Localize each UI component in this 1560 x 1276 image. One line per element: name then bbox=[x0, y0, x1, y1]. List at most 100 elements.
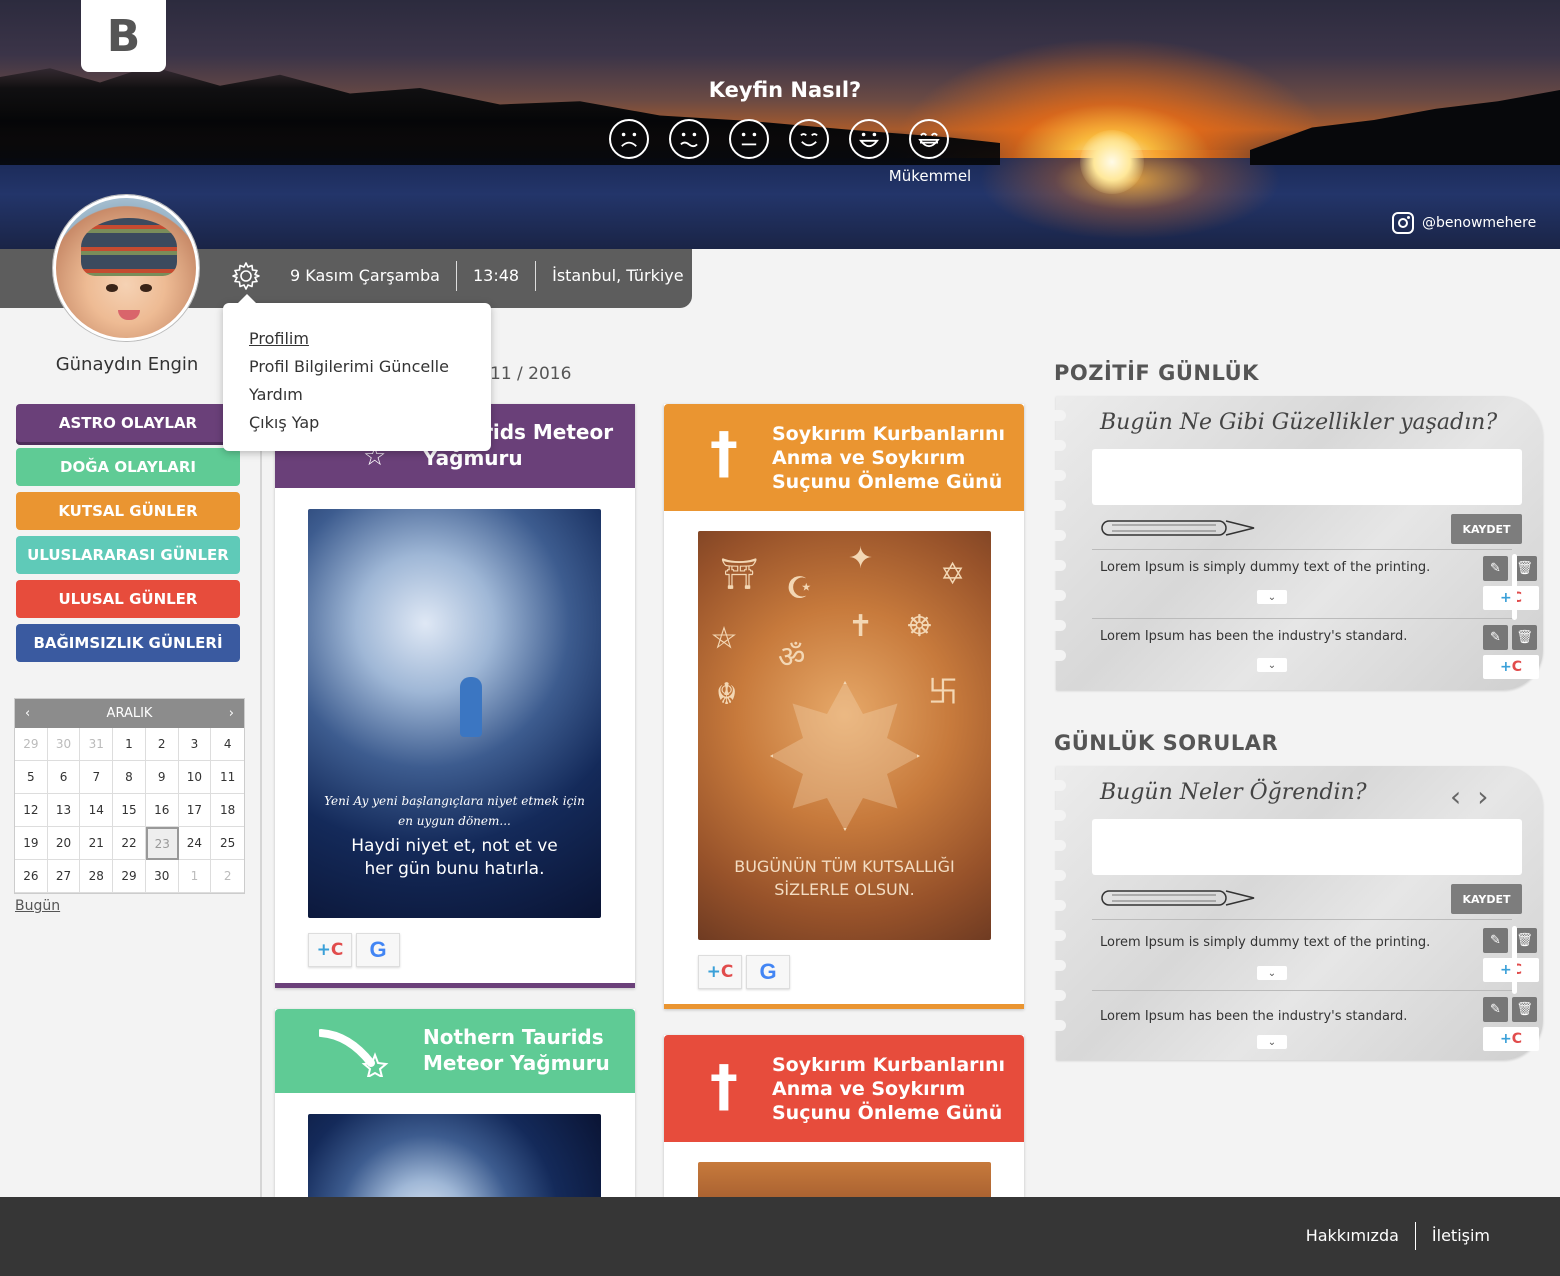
trash-icon[interactable]: 🗑 bbox=[1512, 997, 1537, 1022]
edit-icon[interactable]: ✎ bbox=[1483, 556, 1508, 581]
calendar-day[interactable]: 24 bbox=[178, 827, 212, 860]
notebook-hole bbox=[1048, 780, 1066, 791]
add-to-calendar-button[interactable]: +C bbox=[1483, 586, 1539, 610]
calendar-day[interactable]: 26 bbox=[15, 860, 48, 893]
instagram-link[interactable]: @benowmehere bbox=[1392, 212, 1536, 234]
calendar-day[interactable]: 29 bbox=[15, 728, 48, 761]
calendar-day[interactable]: 10 bbox=[178, 761, 212, 794]
add-to-calendar-button[interactable]: +C bbox=[1483, 1027, 1539, 1051]
calendar-day[interactable]: 5 bbox=[15, 761, 48, 794]
grin-face-icon[interactable] bbox=[909, 119, 949, 159]
chevron-down-icon[interactable]: ⌄ bbox=[1257, 658, 1287, 672]
calendar-day[interactable]: 4 bbox=[211, 728, 244, 761]
scrollbar[interactable] bbox=[1512, 554, 1517, 620]
calendar-day[interactable]: 29 bbox=[113, 860, 146, 893]
calendar-day[interactable]: 12 bbox=[15, 794, 48, 827]
calendar-day[interactable]: 17 bbox=[178, 794, 212, 827]
category-international[interactable]: ULUSLARARASI GÜNLER bbox=[16, 536, 240, 574]
answer-entry: Lorem Ipsum is simply dummy text of the … bbox=[1092, 919, 1539, 990]
add-to-calendar-button[interactable]: +C bbox=[1483, 655, 1539, 679]
calendar-day[interactable]: 15 bbox=[113, 794, 146, 827]
save-button[interactable]: KAYDET bbox=[1451, 514, 1522, 544]
calendar-day[interactable]: 25 bbox=[211, 827, 244, 860]
google-icon: G bbox=[759, 959, 777, 984]
date-fragment: 11 / 2016 bbox=[490, 364, 572, 384]
chevron-down-icon[interactable]: ⌄ bbox=[1257, 1035, 1287, 1049]
calendar-day[interactable]: 30 bbox=[47, 728, 81, 761]
category-nature[interactable]: DOĞA OLAYLARI bbox=[16, 448, 240, 486]
calendar-day[interactable]: 31 bbox=[80, 728, 114, 761]
poster-moon bbox=[308, 1114, 601, 1197]
category-independence[interactable]: BAĞIMSIZLIK GÜNLERİ bbox=[16, 624, 240, 662]
gear-icon[interactable] bbox=[230, 260, 262, 292]
menu-item-logout[interactable]: Çıkış Yap bbox=[249, 409, 465, 437]
answer-input[interactable] bbox=[1092, 819, 1522, 875]
calendar-day[interactable]: 23 bbox=[145, 827, 179, 860]
chevron-left-icon[interactable]: ‹ bbox=[1450, 780, 1461, 813]
event-card: Nothern Taurids Meteor Yağmuru bbox=[275, 1009, 635, 1197]
journal-input[interactable] bbox=[1092, 449, 1522, 505]
app-logo[interactable]: B bbox=[81, 0, 166, 72]
calendar-day[interactable]: 30 bbox=[145, 860, 179, 893]
chevron-left-icon[interactable]: ‹ bbox=[25, 706, 30, 721]
today-link[interactable]: Bugün bbox=[15, 898, 60, 914]
scrollbar[interactable] bbox=[1512, 926, 1517, 994]
calendar-day[interactable]: 20 bbox=[47, 827, 81, 860]
sad-face-icon[interactable] bbox=[609, 119, 649, 159]
edit-icon[interactable]: ✎ bbox=[1483, 997, 1508, 1022]
footer-about-link[interactable]: Hakkımızda bbox=[1290, 1222, 1415, 1250]
calendar-day[interactable]: 13 bbox=[47, 794, 81, 827]
add-to-calendar-button[interactable]: +C bbox=[698, 955, 742, 989]
google-calendar-button[interactable]: G bbox=[746, 955, 790, 989]
calendar-day[interactable]: 7 bbox=[80, 761, 114, 794]
calendar-day[interactable]: 1 bbox=[113, 728, 146, 761]
cross-icon: † bbox=[710, 1054, 738, 1119]
calendar-day[interactable]: 27 bbox=[47, 860, 81, 893]
avatar[interactable] bbox=[53, 195, 199, 341]
chevron-down-icon[interactable]: ⌄ bbox=[1257, 590, 1287, 604]
smile-face-icon[interactable] bbox=[789, 119, 829, 159]
menu-item-profile[interactable]: Profilim bbox=[249, 325, 465, 353]
edit-icon[interactable]: ✎ bbox=[1483, 928, 1508, 953]
chevron-right-icon[interactable]: › bbox=[229, 706, 234, 721]
menu-item-update-profile[interactable]: Profil Bilgilerimi Güncelle bbox=[249, 353, 465, 381]
worried-face-icon[interactable] bbox=[669, 119, 709, 159]
calendar-day[interactable]: 9 bbox=[145, 761, 179, 794]
category-national[interactable]: ULUSAL GÜNLER bbox=[16, 580, 240, 618]
card-actions: + C G bbox=[698, 955, 790, 989]
calendar-day[interactable]: 18 bbox=[211, 794, 244, 827]
save-button[interactable]: KAYDET bbox=[1451, 884, 1522, 914]
calendar-day[interactable]: 6 bbox=[47, 761, 81, 794]
add-to-calendar-button[interactable]: +C bbox=[1483, 958, 1539, 982]
calendar-day[interactable]: 21 bbox=[80, 827, 114, 860]
calendar-day[interactable]: 2 bbox=[211, 860, 244, 893]
neutral-face-icon[interactable] bbox=[729, 119, 769, 159]
fairy bbox=[460, 677, 482, 737]
calendar-day[interactable]: 2 bbox=[145, 728, 179, 761]
google-calendar-button[interactable]: G bbox=[356, 933, 400, 967]
chevron-down-icon[interactable]: ⌄ bbox=[1257, 966, 1287, 980]
edit-icon[interactable]: ✎ bbox=[1483, 625, 1508, 650]
calendar-day[interactable]: 19 bbox=[15, 827, 48, 860]
calendar-day[interactable]: 11 bbox=[211, 761, 244, 794]
calendar-day[interactable]: 3 bbox=[178, 728, 212, 761]
calendar-day[interactable]: 22 bbox=[113, 827, 146, 860]
notebook-hole bbox=[1048, 930, 1066, 941]
card-header: † Soykırım Kurbanlarını Anma ve Soykırım… bbox=[664, 1035, 1024, 1142]
pencil-icon bbox=[1101, 890, 1255, 906]
question-nav: ‹ › bbox=[1450, 780, 1488, 813]
menu-item-help[interactable]: Yardım bbox=[249, 381, 465, 409]
add-to-calendar-button[interactable]: +C bbox=[308, 933, 352, 967]
trash-icon[interactable]: 🗑 bbox=[1512, 625, 1537, 650]
calendar-day[interactable]: 14 bbox=[80, 794, 114, 827]
calendar-day[interactable]: 16 bbox=[145, 794, 179, 827]
calendar-day[interactable]: 1 bbox=[178, 860, 212, 893]
divider bbox=[260, 350, 262, 1200]
category-holy-days[interactable]: KUTSAL GÜNLER bbox=[16, 492, 240, 530]
calendar-day[interactable]: 28 bbox=[80, 860, 114, 893]
footer-contact-link[interactable]: İletişim bbox=[1416, 1222, 1506, 1250]
chevron-right-icon[interactable]: › bbox=[1477, 780, 1488, 813]
category-astro[interactable]: ASTRO OLAYLAR bbox=[16, 404, 240, 442]
calendar-day[interactable]: 8 bbox=[113, 761, 146, 794]
happy-face-icon[interactable] bbox=[849, 119, 889, 159]
